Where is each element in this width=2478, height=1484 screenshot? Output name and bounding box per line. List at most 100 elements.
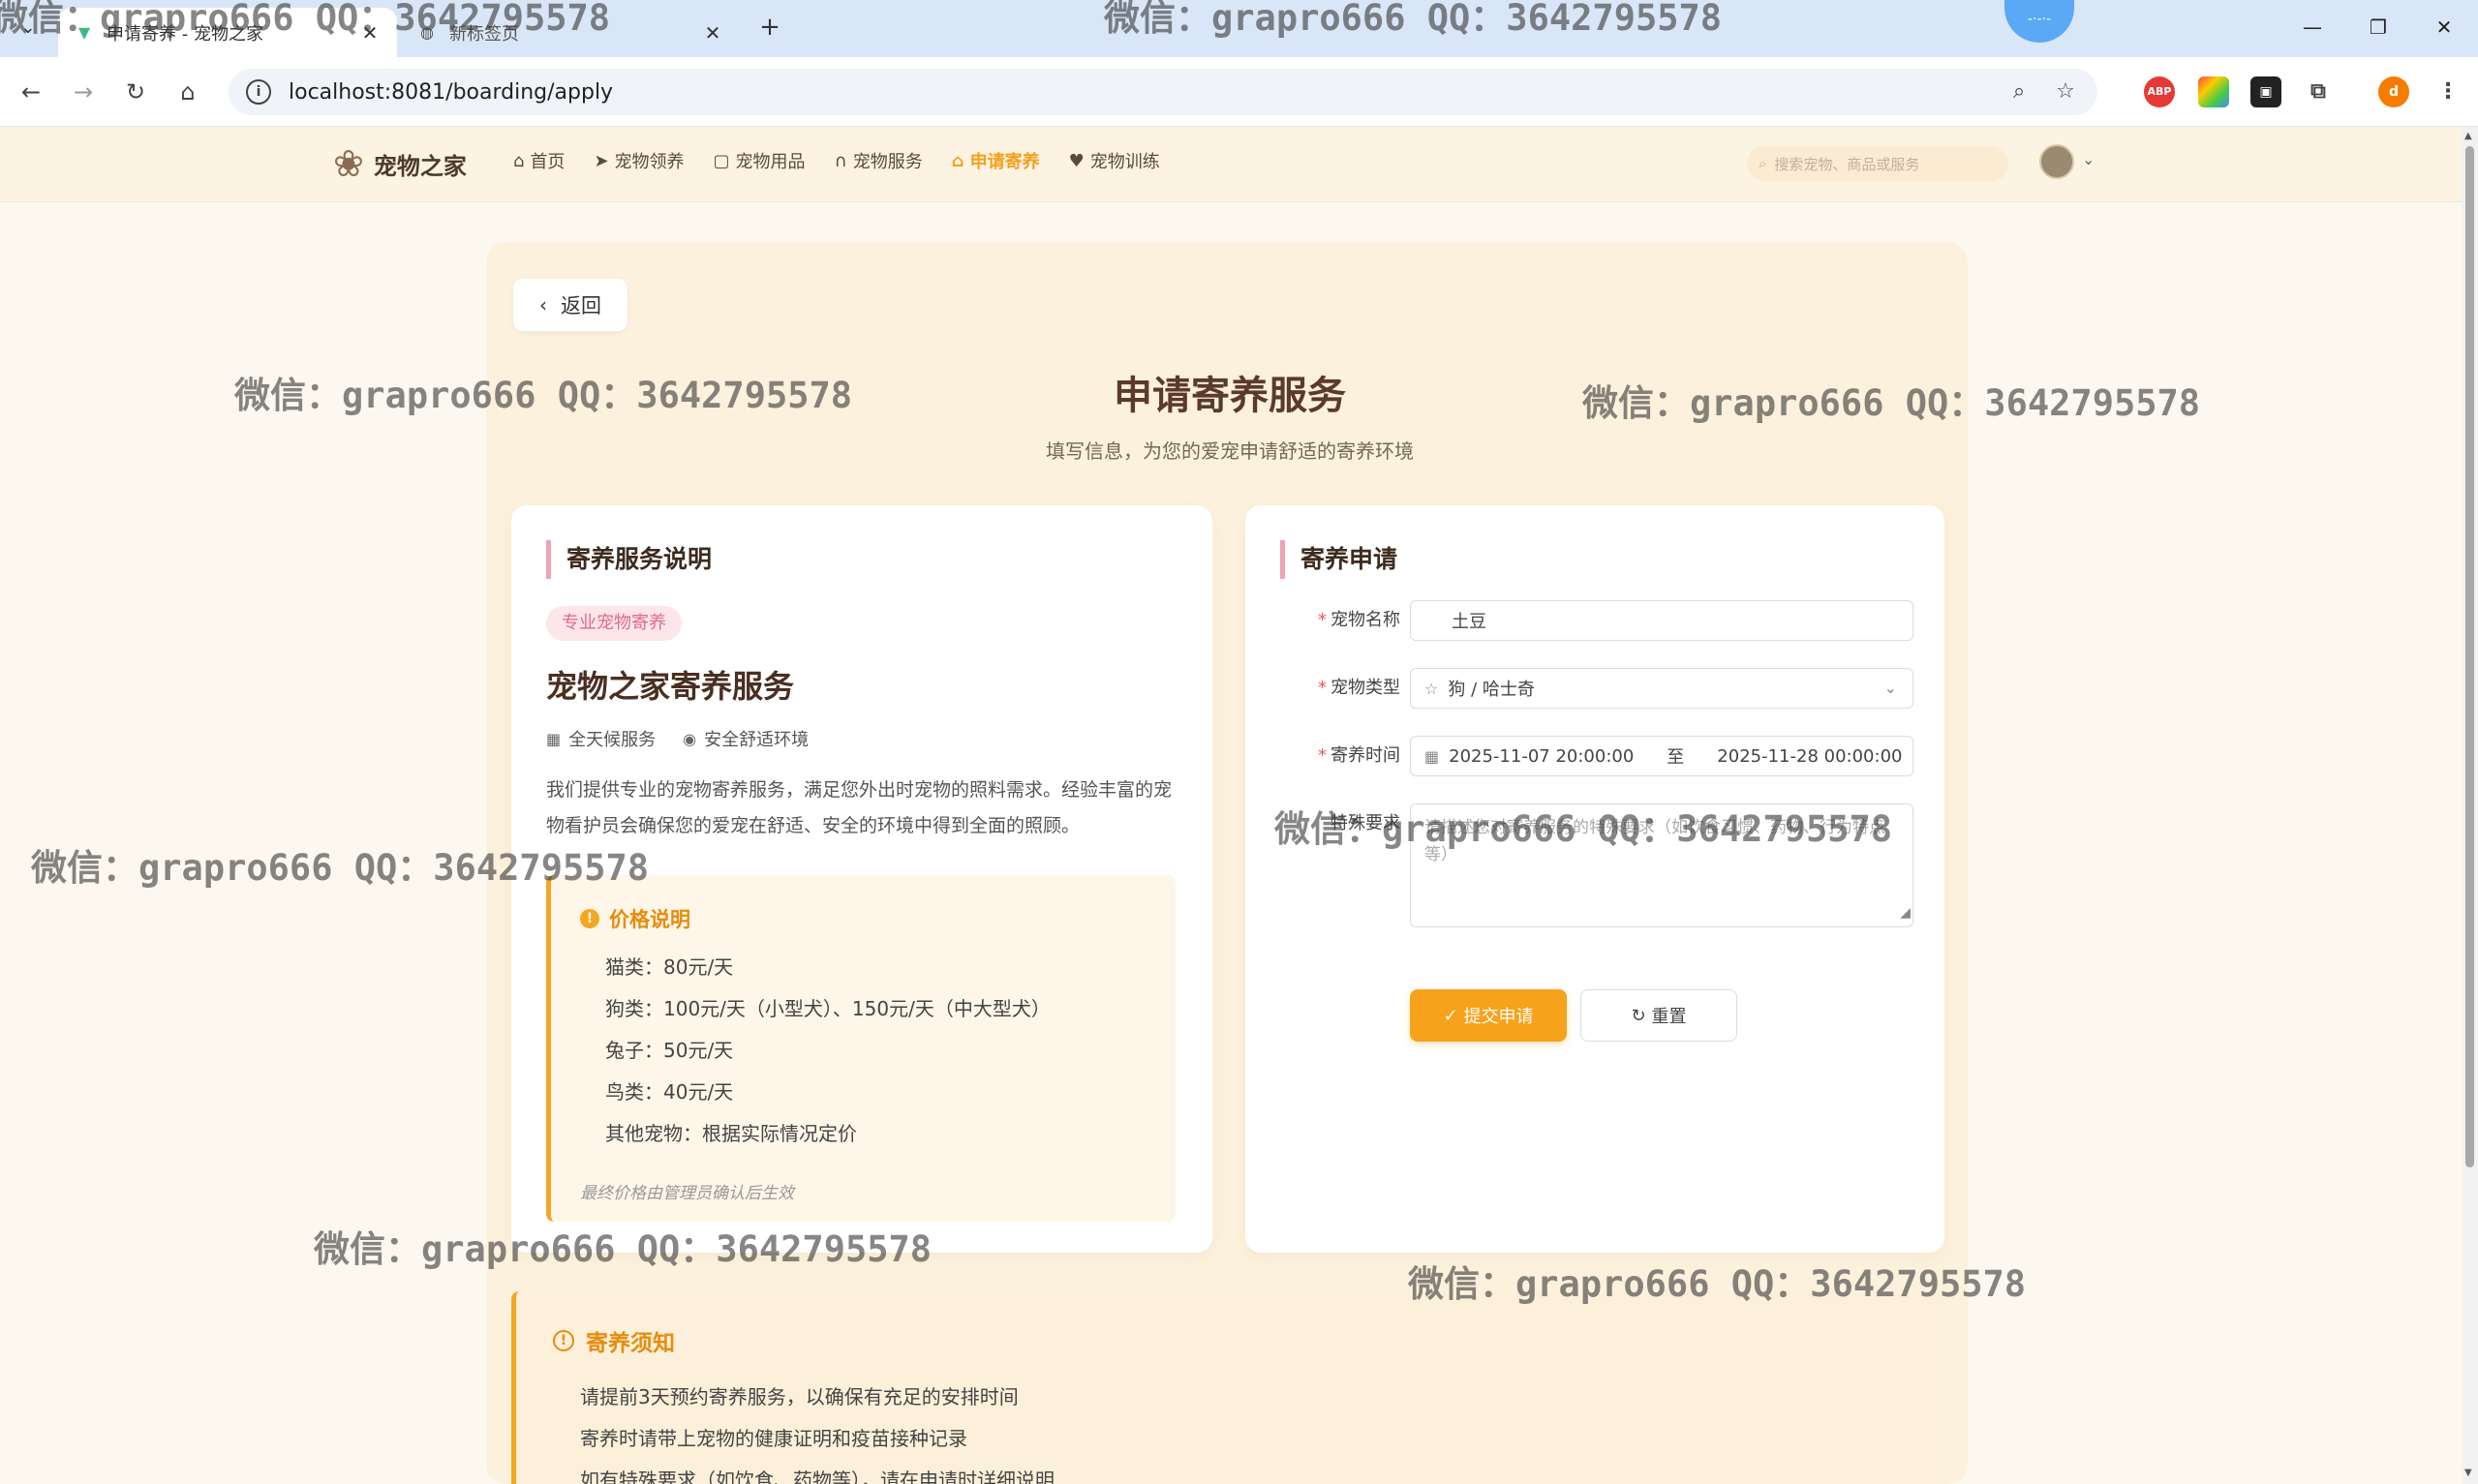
submit-label: 提交申请 bbox=[1463, 1007, 1534, 1027]
minimize-icon[interactable]: — bbox=[2285, 10, 2340, 45]
close-tab-icon[interactable]: ✕ bbox=[358, 21, 382, 45]
forward-arrow-icon[interactable]: → bbox=[66, 75, 101, 109]
adblock-icon[interactable]: ABP bbox=[2144, 76, 2175, 107]
profile-bubble[interactable]: -·-·- bbox=[2004, 0, 2074, 43]
new-tab-button[interactable]: + bbox=[755, 14, 784, 43]
profile-avatar[interactable]: d bbox=[2378, 76, 2409, 107]
pet-name-field[interactable]: 土豆 bbox=[1410, 600, 1913, 641]
site-header: ❀ 宠物之家 ⌂ 首页 ➤ 宠物领养 ▢ 宠物用品 ∩ 宠物服务 ⌂ 申请寄养 ♥ 宠物训练… bbox=[0, 127, 2462, 202]
nav-label: 申请寄养 bbox=[969, 152, 1040, 172]
scroll-thumb[interactable] bbox=[2465, 146, 2474, 1167]
site-logo[interactable]: ❀ 宠物之家 bbox=[333, 142, 467, 185]
nav-label: 宠物用品 bbox=[735, 152, 806, 172]
extensions-puzzle-icon[interactable]: ⧉ bbox=[2303, 76, 2334, 107]
price-item: 兔子：50元/天 bbox=[605, 1039, 734, 1062]
user-avatar[interactable] bbox=[2039, 144, 2074, 179]
nav-supplies[interactable]: ▢ 宠物用品 bbox=[714, 148, 806, 173]
price-list: 猫类：80元/天 狗类：100元/天（小型犬）、150元/天（中大型犬） 兔子：… bbox=[605, 947, 1051, 1155]
feature-label: 安全舒适环境 bbox=[704, 730, 810, 750]
pet-type-select[interactable]: ☆ 狗 / 哈士奇 ⌄ bbox=[1410, 668, 1913, 709]
service-title: 宠物之家寄养服务 bbox=[546, 668, 795, 705]
label-text: 特殊要求 bbox=[1331, 813, 1400, 833]
info-icon: ! bbox=[580, 909, 599, 928]
reset-button[interactable]: ↻ 重置 bbox=[1580, 989, 1737, 1042]
menu-kebab-icon[interactable]: ⋮ bbox=[2432, 76, 2463, 107]
feature-list: ▦ 全天候服务 ◉ 安全舒适环境 bbox=[546, 726, 836, 751]
chevron-down-icon: ⌄ bbox=[1883, 679, 1897, 697]
tab-search-icon[interactable]: ⌄ bbox=[14, 14, 43, 43]
price-item: 猫类：80元/天 bbox=[605, 955, 734, 979]
feature-item: ▦ 全天候服务 bbox=[546, 726, 656, 751]
home-icon[interactable]: ⌂ bbox=[170, 75, 205, 109]
extension-icon[interactable]: ▣ bbox=[2250, 76, 2281, 107]
close-window-icon[interactable]: ✕ bbox=[2417, 10, 2471, 45]
card-heading: 寄养申请 bbox=[1280, 540, 1397, 579]
pet-name-value: 土豆 bbox=[1452, 612, 1486, 632]
nav-boarding[interactable]: ⌂ 申请寄养 bbox=[952, 148, 1040, 173]
reload-icon[interactable]: ↻ bbox=[118, 75, 153, 109]
pet-type-label: * 宠物类型 bbox=[1318, 678, 1400, 698]
price-note: 最终价格由管理员确认后生效 bbox=[580, 1184, 794, 1203]
restore-icon[interactable]: ❐ bbox=[2351, 10, 2405, 45]
notice-heading: ! 寄养须知 bbox=[553, 1324, 675, 1357]
check-icon: ✓ bbox=[1443, 1005, 1458, 1026]
vue-icon: ▼ bbox=[77, 23, 91, 42]
address-bar: ← → ↻ ⌂ i localhost:8081/boarding/apply … bbox=[0, 57, 2478, 127]
paw-icon: ❀ bbox=[333, 142, 364, 185]
nav-label: 宠物服务 bbox=[852, 152, 923, 172]
submit-button[interactable]: ✓ 提交申请 bbox=[1410, 989, 1567, 1042]
nav-label: 首页 bbox=[530, 152, 566, 172]
url-text[interactable]: localhost:8081/boarding/apply bbox=[289, 80, 2004, 105]
scroll-down-icon[interactable]: ▼ bbox=[2464, 1468, 2472, 1478]
pet-name-label: * 宠物名称 bbox=[1318, 610, 1400, 630]
color-extension-icon[interactable] bbox=[2198, 76, 2229, 107]
home-icon: ⌂ bbox=[513, 150, 525, 171]
special-label: 特殊要求 bbox=[1274, 803, 1400, 844]
service-tag: 专业宠物寄养 bbox=[546, 606, 682, 641]
bag-icon: ▢ bbox=[713, 150, 730, 171]
boarding-notice: ! 寄养须知 请提前3天预约寄养服务，以确保有充足的安排时间 寄养时请带上宠物的… bbox=[511, 1291, 1944, 1484]
star-icon: ☆ bbox=[1424, 679, 1439, 698]
site-info-icon[interactable]: i bbox=[246, 79, 271, 105]
close-tab-icon[interactable]: ✕ bbox=[701, 21, 724, 45]
site-search-input[interactable]: ⌕ 搜索宠物、商品或服务 bbox=[1747, 146, 2008, 181]
price-heading: ! 价格说明 bbox=[580, 904, 690, 933]
service-info-card: 寄养服务说明 专业宠物寄养 宠物之家寄养服务 ▦ 全天候服务 ◉ 安全舒适环境 我们… bbox=[511, 505, 1212, 1253]
nav-services[interactable]: ∩ 宠物服务 bbox=[835, 148, 923, 173]
trophy-icon: ♥ bbox=[1068, 150, 1085, 171]
nav-adoption[interactable]: ➤ 宠物领养 bbox=[594, 148, 684, 173]
price-item: 狗类：100元/天（小型犬）、150元/天（中大型犬） bbox=[605, 997, 1051, 1020]
end-date[interactable]: 2025-11-28 00:00:00 bbox=[1717, 746, 1902, 767]
calendar-icon: ▦ bbox=[546, 729, 562, 748]
bookmark-star-icon[interactable]: ☆ bbox=[2051, 77, 2080, 106]
page-scrollbar[interactable]: ▲ ▼ bbox=[2462, 127, 2478, 1484]
special-requirements-textarea[interactable]: 请描述您对寄养服务的特殊要求（如饮食习惯、药物、行为特点等） ◢ bbox=[1410, 803, 1913, 927]
nav-training[interactable]: ♥ 宠物训练 bbox=[1069, 148, 1160, 173]
price-item: 其他宠物：根据实际情况定价 bbox=[605, 1122, 857, 1145]
reset-label: 重置 bbox=[1651, 1007, 1687, 1027]
label-text: 宠物类型 bbox=[1331, 678, 1400, 698]
zoom-icon[interactable]: ⌕ bbox=[2004, 77, 2034, 106]
date-range-picker[interactable]: ▦ 2025-11-07 20:00:00 至 2025-11-28 00:00… bbox=[1410, 736, 1913, 776]
price-item: 鸟类：40元/天 bbox=[605, 1080, 734, 1104]
label-text: 宠物名称 bbox=[1331, 610, 1400, 630]
back-label: 返回 bbox=[561, 294, 601, 318]
scroll-up-icon[interactable]: ▲ bbox=[2464, 131, 2472, 141]
refresh-icon: ↻ bbox=[1631, 1005, 1646, 1026]
nav-label: 宠物训练 bbox=[1089, 152, 1160, 172]
notice-item: 寄养时请带上宠物的健康证明和疫苗接种记录 bbox=[580, 1427, 967, 1450]
back-button[interactable]: ‹ 返回 bbox=[513, 279, 627, 331]
tab-active[interactable]: ▼ 申请寄养 - 宠物之家 ✕ bbox=[58, 8, 397, 57]
chevron-down-icon[interactable]: ⌄ bbox=[2082, 150, 2095, 168]
feature-item: ◉ 安全舒适环境 bbox=[683, 726, 809, 751]
brand-name: 宠物之家 bbox=[373, 152, 467, 180]
tab-inactive[interactable]: ◍ 新标签页 ✕ bbox=[401, 8, 740, 57]
nav-home[interactable]: ⌂ 首页 bbox=[513, 148, 565, 173]
start-date[interactable]: 2025-11-07 20:00:00 bbox=[1449, 746, 1634, 767]
resize-handle-icon[interactable]: ◢ bbox=[1900, 899, 1911, 926]
page-title: 申请寄养服务 bbox=[1114, 374, 1346, 418]
back-arrow-icon[interactable]: ← bbox=[14, 75, 48, 109]
house-icon: ⌂ bbox=[951, 150, 964, 171]
browser-tab-bar: ⌄ ▼ 申请寄养 - 宠物之家 ✕ ◍ 新标签页 ✕ + -·-·- — ❐ ✕ bbox=[0, 0, 2478, 57]
url-omnibox[interactable]: i localhost:8081/boarding/apply ⌕ ☆ bbox=[229, 69, 2097, 115]
